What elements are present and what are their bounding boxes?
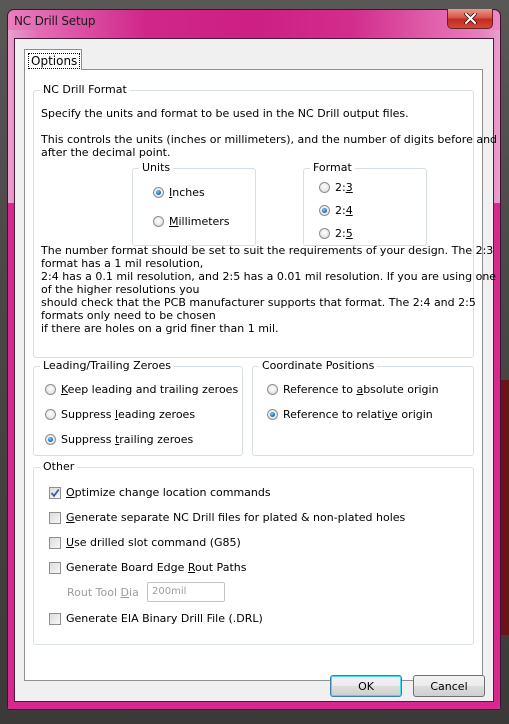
checkbox-indicator [49,612,61,625]
radio-indicator [45,434,56,445]
radio-suppress-leading[interactable]: Suppress leading zeroes [45,408,195,421]
options-panel: NC Drill Format Specify the units and fo… [24,69,497,681]
close-button[interactable] [447,9,493,29]
tab-options[interactable]: Options [24,49,82,70]
window-title: NC Drill Setup [14,14,96,28]
checkbox-indicator [49,486,61,499]
dialog-window: NC Drill Setup Options NC Drill Format S… [7,9,501,710]
ok-button[interactable]: OK [330,675,402,697]
format-note-line-5: should check that the PCB manufacturer s… [41,296,476,309]
format-description-2-line-1: This controls the units (inches or milli… [41,133,498,146]
dialog-client-area: Options NC Drill Format Specify the unit… [14,38,497,702]
rout-tool-dia-label: Rout Tool Dia [67,586,139,599]
radio-label: Keep leading and trailing zeroes [61,383,239,396]
radio-relative-origin[interactable]: Reference to relative origin [267,408,433,421]
checkbox-separate-plated[interactable]: Generate separate NC Drill files for pla… [49,511,405,524]
checkbox-indicator [49,536,61,549]
checkbox-label: Generate separate NC Drill files for pla… [66,511,406,524]
radio-format-2-4[interactable]: 2:4 [319,204,353,217]
radio-label: Reference to relative origin [283,408,433,421]
format-note-line-3: 2:4 has a 0.1 mil resolution, and 2:5 ha… [41,270,497,283]
radio-label: Suppress trailing zeroes [61,433,194,446]
format-note-line-1: The number format should be set to suit … [41,244,494,257]
radio-millimeters[interactable]: Millimeters [153,215,230,228]
radio-indicator [153,187,164,198]
group-label-units: Units [139,161,174,175]
radio-label: Millimeters [169,215,230,228]
group-units: Units [132,161,256,246]
radio-label: 2:3 [335,181,353,194]
rout-tool-dia-input[interactable]: 200mil [147,582,225,602]
checkbox-board-edge-rout[interactable]: Generate Board Edge Rout Paths [49,561,246,574]
radio-suppress-trailing[interactable]: Suppress trailing zeroes [45,433,193,446]
radio-inches[interactable]: Inches [153,186,205,199]
checkbox-eia-binary[interactable]: Generate EIA Binary Drill File (.DRL) [49,612,263,625]
format-description: Specify the units and format to be used … [41,107,409,120]
checkbox-indicator [49,561,61,574]
checkbox-label: Generate Board Edge Rout Paths [66,561,247,574]
close-icon [463,13,477,24]
format-note-line-2: format has a 1 mil resolution, [41,257,204,270]
checkbox-label: Generate EIA Binary Drill File (.DRL) [66,612,263,625]
group-label-format: Format [310,161,355,175]
radio-indicator [319,182,330,193]
checkbox-label: Optimize change location commands [66,486,271,499]
checkbox-indicator [49,511,61,524]
radio-label: Inches [169,186,205,199]
radio-indicator [319,228,330,239]
tab-options-label: Options [28,53,81,69]
radio-format-2-5[interactable]: 2:5 [319,227,353,240]
group-label-zeroes: Leading/Trailing Zeroes [40,359,174,373]
format-note-line-6: formats only need to be chosen [41,309,216,322]
format-note-line-4: of the higher resolutions you [41,283,200,296]
radio-keep-zeroes[interactable]: Keep leading and trailing zeroes [45,383,238,396]
group-label-coordinates: Coordinate Positions [259,359,378,373]
radio-absolute-origin[interactable]: Reference to absolute origin [267,383,439,396]
radio-indicator [267,409,278,420]
group-label-other: Other [40,460,78,474]
checkbox-label: Use drilled slot command (G85) [66,536,241,549]
radio-indicator [153,216,164,227]
radio-indicator [319,205,330,216]
radio-label: Suppress leading zeroes [61,408,196,421]
radio-format-2-3[interactable]: 2:3 [319,181,353,194]
checkmark-icon [50,488,60,497]
format-note-line-7: if there are holes on a grid finer than … [41,322,279,335]
radio-indicator [45,384,56,395]
checkbox-optimize-location[interactable]: Optimize change location commands [49,486,271,499]
format-description-2-line-2: after the decimal point. [41,146,171,159]
radio-label: 2:4 [335,204,353,217]
radio-label: 2:5 [335,227,353,240]
radio-label: Reference to absolute origin [283,383,439,396]
cancel-button[interactable]: Cancel [413,675,485,697]
checkbox-drilled-slot[interactable]: Use drilled slot command (G85) [49,536,241,549]
radio-indicator [45,409,56,420]
group-label-nc-drill-format: NC Drill Format [40,83,130,97]
radio-indicator [267,384,278,395]
